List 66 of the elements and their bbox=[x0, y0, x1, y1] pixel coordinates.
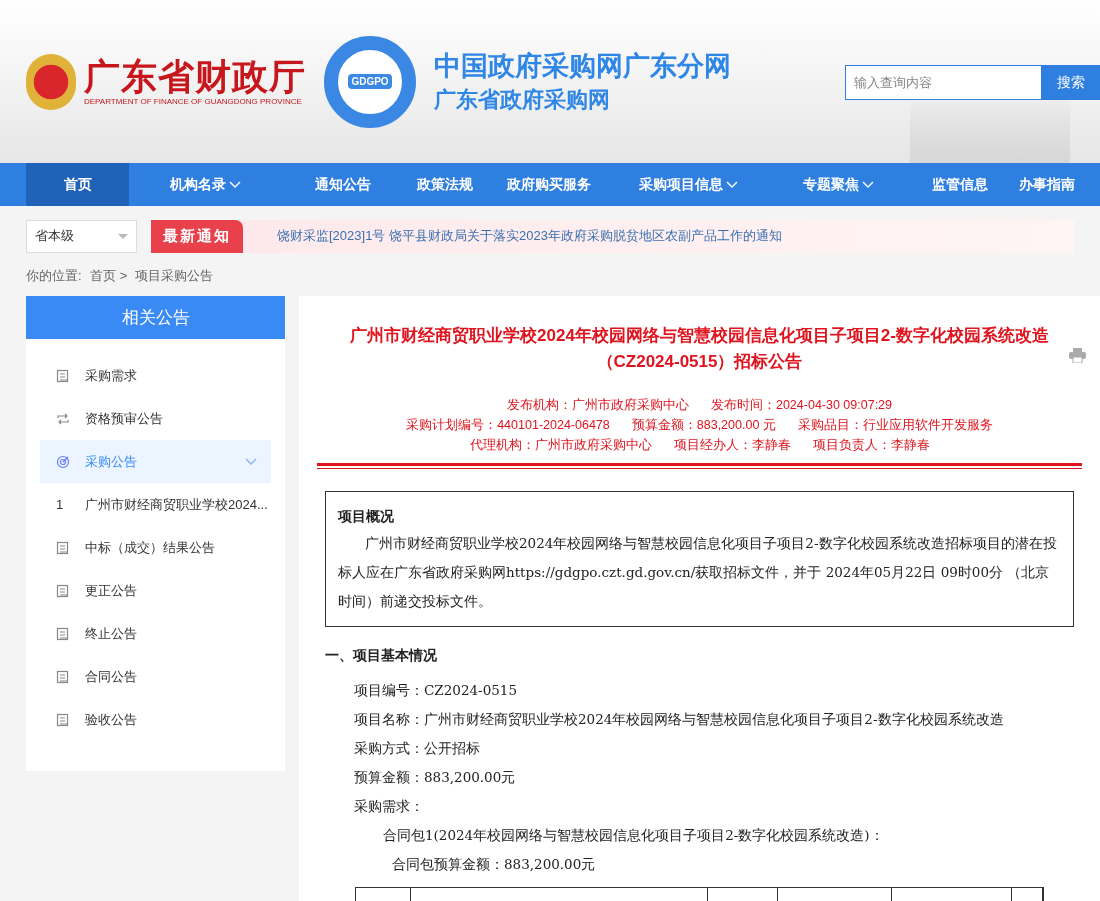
meta-field: 预算金额：883,200.00 元 bbox=[631, 415, 776, 435]
search-button[interactable]: 搜索 bbox=[1042, 65, 1100, 100]
sidebar-item[interactable]: 验收公告 bbox=[40, 698, 271, 741]
document-icon bbox=[56, 626, 70, 641]
article-title: 广州市财经商贸职业学校2024年校园网络与智慧校园信息化项目子项目2-数字化校园系统改造 bbox=[350, 325, 1049, 347]
article-title: （CZ2024-0515）招标公告 bbox=[596, 351, 803, 373]
detail-line: 采购需求： bbox=[354, 797, 425, 816]
breadcrumb-separator: > bbox=[119, 267, 128, 286]
region-select[interactable]: 省本级 bbox=[26, 219, 137, 253]
swap-icon bbox=[56, 411, 70, 426]
nav-item[interactable]: 采购项目信息 bbox=[611, 163, 765, 206]
print-icon[interactable] bbox=[1069, 348, 1086, 363]
sidebar-item[interactable]: 采购公告 bbox=[40, 440, 271, 483]
department-name: 广东省财政厅 bbox=[84, 55, 306, 96]
sidebar-item[interactable]: 更正公告 bbox=[40, 569, 271, 612]
meta-field: 采购计划编号：440101-2024-06478 bbox=[406, 415, 610, 435]
document-icon bbox=[56, 540, 70, 555]
document-icon bbox=[56, 368, 70, 383]
detail-line: 项目名称：广州市财经商贸职业学校2024年校园网络与智慧校园信息化项目子项目2-数字化校园系统改造 bbox=[354, 710, 1005, 729]
meta-field: 采购品目：行业应用软件开发服务 bbox=[797, 415, 993, 435]
document-icon bbox=[56, 583, 70, 598]
sidebar-item[interactable]: 终止公告 bbox=[40, 612, 271, 655]
nav-item[interactable]: 政府购买服务 bbox=[486, 163, 611, 206]
detail-line: 合同包预算金额：883,200.00元 bbox=[391, 855, 597, 874]
sidebar-item[interactable]: 资格预审公告 bbox=[40, 397, 271, 440]
notice-link[interactable]: 饶财采监[2023]1号 饶平县财政局关于落实2023年政府采购脱贫地区农副产品工作的通知 bbox=[277, 226, 782, 246]
detail-line: 预算金额：883,200.00元 bbox=[354, 768, 517, 787]
overview-paragraph: 广州市财经商贸职业学校2024年校园网络与智慧校园信息化项目子项目2-数字化校园系统改造招标项目的潜在投标人应在广东省政府采购网https://gdgpo.czt.gd.gov.cn/获取招标文件，并于 2024年05月22日 09时00分 （北京时间）前递交投标文件。 bbox=[338, 534, 1058, 611]
nav-item[interactable]: 监管信息 bbox=[912, 163, 1008, 206]
target-icon bbox=[56, 454, 70, 469]
sidebar-item[interactable]: 中标（成交）结果公告 bbox=[40, 526, 271, 569]
gdgpo-logo: GDGPO bbox=[324, 35, 416, 128]
chevron-down-icon bbox=[245, 457, 257, 466]
entry-number: 1 bbox=[56, 495, 65, 514]
site-title: 中国政府采购网广东分网 bbox=[434, 49, 731, 82]
breadcrumb-link[interactable]: 项目采购公告 bbox=[135, 266, 214, 286]
caret-icon bbox=[118, 233, 128, 239]
section-heading: 一、项目基本情况 bbox=[325, 646, 438, 665]
meta-field: 发布时间：2024-04-30 09:07:29 bbox=[710, 395, 893, 415]
detail-line: 采购方式：公开招标 bbox=[354, 739, 481, 758]
sidebar-item[interactable]: 采购需求 bbox=[40, 354, 271, 397]
nav-item[interactable]: 通知公告 bbox=[282, 163, 404, 206]
meta-field: 发布机构：广州市政府采购中心 bbox=[506, 395, 689, 415]
department-english-name: DEPARTMENT OF FINANCE OF GUANGDONG PROVINCE bbox=[84, 95, 303, 108]
nav-item[interactable]: 机构名录 bbox=[129, 163, 282, 206]
breadcrumb-link[interactable]: 首页 bbox=[89, 266, 116, 286]
sidebar-entry-link[interactable]: 广州市财经商贸职业学校2024... bbox=[85, 494, 268, 515]
nav-item[interactable]: 首页 bbox=[26, 163, 129, 206]
overview-heading: 项目概况 bbox=[338, 507, 395, 526]
latest-notice-badge: 最新通知 bbox=[151, 219, 243, 253]
detail-line: 合同包1(2024年校园网络与智慧校园信息化项目子项目2-数字化校园系统改造)： bbox=[382, 826, 885, 845]
nav-item[interactable]: 专题聚焦 bbox=[765, 163, 912, 206]
document-icon bbox=[56, 712, 70, 727]
nav-item[interactable]: 政策法规 bbox=[404, 163, 486, 206]
search-field[interactable]: 输入查询内容 bbox=[845, 65, 1042, 100]
breadcrumb-label: 你的位置: bbox=[26, 267, 82, 286]
document-icon bbox=[56, 669, 70, 684]
nav-item[interactable]: 办事指南 bbox=[1008, 163, 1086, 206]
meta-field: 项目负责人：李静春 bbox=[812, 435, 930, 455]
meta-field: 代理机构：广州市政府采购中心 bbox=[469, 435, 652, 455]
meta-field: 项目经办人：李静春 bbox=[673, 435, 791, 455]
detail-line: 项目编号：CZ2024-0515 bbox=[354, 681, 518, 700]
site-subtitle: 广东省政府采购网 bbox=[434, 85, 611, 114]
sidebar-title: 相关公告 bbox=[26, 296, 285, 339]
sidebar-item[interactable]: 合同公告 bbox=[40, 655, 271, 698]
emblem-icon bbox=[26, 53, 76, 110]
